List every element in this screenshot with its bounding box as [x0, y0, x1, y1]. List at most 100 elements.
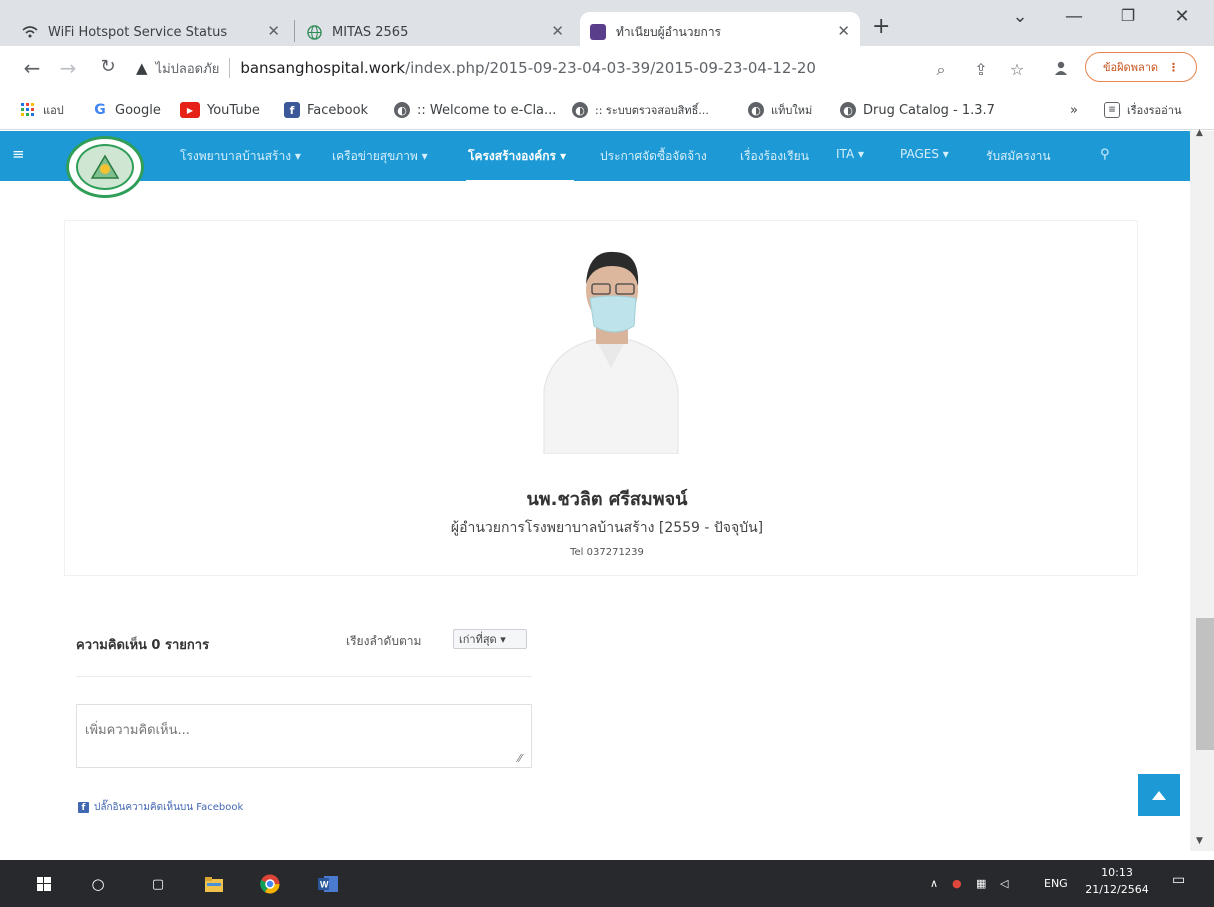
browser-toolbar: ← → ↻ ▲ ไม่ปลอดภัย bansanghospital.work /… [0, 46, 1214, 90]
menu-icon[interactable]: ≡ [12, 145, 25, 163]
globe-icon [306, 24, 322, 40]
search-icon[interactable]: ⚲ [1100, 147, 1110, 162]
bookmark-facebook[interactable]: f Facebook [284, 100, 368, 120]
nav-item-org-structure[interactable]: โครงสร้างองค์กร ▾ [468, 147, 566, 166]
hospital-logo[interactable] [66, 136, 144, 198]
bookmark-label: YouTube [207, 102, 260, 118]
insecure-label: ไม่ปลอดภัย [155, 61, 220, 77]
comment-input[interactable] [76, 704, 532, 768]
nav-item-complaints[interactable]: เรื่องร้องเรียน [740, 147, 809, 166]
bookmark-rights-check[interactable]: ◐ :: ระบบตรวจสอบสิทธิ์... [572, 100, 709, 120]
chrome-icon[interactable] [258, 872, 282, 896]
input-language[interactable]: ENG [1044, 877, 1068, 890]
task-view-icon[interactable]: ▢ [146, 872, 170, 896]
site-favicon [590, 24, 606, 40]
svg-text:W: W [320, 880, 329, 890]
nav-item-health-network[interactable]: เครือข่ายสุขภาพ ▾ [332, 147, 428, 166]
tab-search-icon[interactable]: ⌄ [1000, 6, 1040, 27]
back-to-top-button[interactable] [1138, 774, 1180, 816]
bookmark-label: แอป [43, 104, 64, 117]
clock-date: 21/12/2564 [1085, 883, 1149, 896]
scroll-down-icon[interactable]: ▼ [1196, 836, 1203, 846]
address-bar[interactable]: ▲ ไม่ปลอดภัย bansanghospital.work/index.… [136, 52, 1006, 84]
close-tab-icon[interactable]: ✕ [837, 22, 850, 40]
reload-icon[interactable]: ↻ [96, 56, 120, 77]
director-name: นพ.ชวลิต ศรีสมพจน์ [526, 489, 688, 510]
tab-title: ทำเนียบผู้อำนวยการ [616, 24, 721, 39]
bookmark-new-tab[interactable]: ◐ แท็บใหม่ [748, 100, 812, 120]
bookmark-youtube[interactable]: ▶ YouTube [180, 100, 260, 120]
facebook-comments-plugin-link[interactable]: f ปลั๊กอินความคิดเห็นบน Facebook [78, 800, 243, 815]
apps-grid-icon [20, 102, 36, 118]
notification-app-icon[interactable]: ● [952, 877, 962, 890]
google-icon: G [94, 102, 106, 118]
nav-item-hospital[interactable]: โรงพยาบาลบ้านสร้าง ▾ [180, 147, 301, 166]
bookmarks-bar: แอป G Google ▶ YouTube f Facebook ◐ :: W… [0, 90, 1214, 130]
bookmark-apps[interactable]: แอป [20, 100, 64, 120]
volume-muted-icon[interactable]: ◁ [1000, 877, 1008, 890]
site-navbar: ≡ โรงพยาบาลบ้านสร้าง ▾ เครือข่ายสุขภาพ ▾… [0, 131, 1190, 181]
bookmark-label: Drug Catalog - 1.3.7 [863, 102, 995, 118]
bookmark-label: :: Welcome to e-Cla... [417, 102, 557, 118]
sort-label: เรียงลำดับตาม [346, 634, 422, 648]
comment-count: ความคิดเห็น 0 รายการ [76, 638, 210, 653]
kebab-menu-icon[interactable]: ⋮ [1168, 61, 1179, 74]
bookmark-google[interactable]: G Google [92, 100, 161, 120]
nav-item-pages[interactable]: PAGES ▾ [900, 147, 949, 161]
share-icon[interactable]: ⇪ [970, 60, 992, 79]
new-tab-button[interactable]: + [872, 14, 890, 39]
url-domain: bansanghospital.work [240, 59, 406, 77]
tab-title: WiFi Hotspot Service Status [48, 24, 228, 40]
reading-list-label: เรื่องรออ่าน [1127, 104, 1182, 117]
tab-title: MITAS 2565 [332, 24, 409, 40]
taskbar-clock[interactable]: 10:13 21/12/2564 [1082, 864, 1152, 898]
error-button-label: ข้อผิดพลาด [1102, 61, 1159, 74]
director-position: ผู้อำนวยการโรงพยาบาลบ้านสร้าง [2559 - ปั… [450, 520, 764, 536]
back-icon[interactable]: ← [20, 56, 44, 80]
director-photo [536, 240, 686, 455]
facebook-icon: f [284, 102, 300, 118]
windows-start-icon[interactable] [32, 872, 56, 896]
restore-icon[interactable]: ❐ [1108, 6, 1148, 25]
facebook-icon: f [78, 802, 89, 813]
close-window-icon[interactable]: ✕ [1162, 6, 1202, 27]
bookmark-label: Facebook [307, 102, 369, 118]
network-icon[interactable]: ▦ [976, 877, 986, 890]
bookmark-drug-catalog[interactable]: ◐ Drug Catalog - 1.3.7 [840, 100, 995, 120]
tab-separator [294, 20, 295, 42]
sort-select[interactable]: เก่าที่สุด ▾ [453, 629, 527, 649]
director-phone: Tel 037271239 [570, 547, 644, 558]
active-nav-underline [466, 180, 574, 182]
profile-icon[interactable] [1050, 60, 1072, 80]
reading-list-button[interactable]: ≡ เรื่องรออ่าน [1104, 100, 1181, 120]
url-path: /index.php/2015-09-23-04-03-39/2015-09-2… [405, 59, 816, 77]
word-icon[interactable]: W [316, 872, 340, 896]
forward-icon[interactable]: → [56, 56, 80, 80]
bookmark-star-icon[interactable]: ☆ [1006, 60, 1028, 79]
zoom-icon[interactable]: ⌕ [930, 60, 952, 80]
scrollbar-thumb[interactable] [1196, 618, 1214, 750]
clock-time: 10:13 [1101, 866, 1133, 879]
search-icon[interactable]: ○ [86, 872, 110, 896]
warning-icon[interactable]: ▲ [136, 59, 148, 77]
youtube-icon: ▶ [180, 102, 200, 118]
file-explorer-icon[interactable] [202, 872, 226, 896]
globe-icon: ◐ [572, 102, 588, 118]
scroll-up-icon[interactable]: ▲ [1196, 128, 1203, 138]
logo-emblem [76, 144, 134, 190]
wifi-icon [22, 24, 38, 40]
action-center-icon[interactable]: ▭ [1172, 872, 1185, 888]
minimize-icon[interactable]: — [1054, 6, 1094, 27]
nav-item-procurement[interactable]: ประกาศจัดซื้อจัดจ้าง [600, 147, 707, 166]
chevron-up-icon[interactable]: ∧ [930, 877, 938, 890]
resize-grip-icon[interactable]: ⁄⁄ [518, 752, 522, 765]
more-bookmarks-button[interactable]: » [1070, 100, 1078, 120]
error-button[interactable]: ข้อผิดพลาด ⋮ [1085, 52, 1197, 82]
close-tab-icon[interactable]: ✕ [267, 22, 280, 40]
bookmark-label: :: ระบบตรวจสอบสิทธิ์... [595, 104, 709, 117]
nav-item-jobs[interactable]: รับสมัครงาน [986, 147, 1051, 166]
globe-icon: ◐ [748, 102, 764, 118]
close-tab-icon[interactable]: ✕ [551, 22, 564, 40]
nav-item-ita[interactable]: ITA ▾ [836, 147, 864, 161]
bookmark-eclass[interactable]: ◐ :: Welcome to e-Cla... [394, 100, 556, 120]
